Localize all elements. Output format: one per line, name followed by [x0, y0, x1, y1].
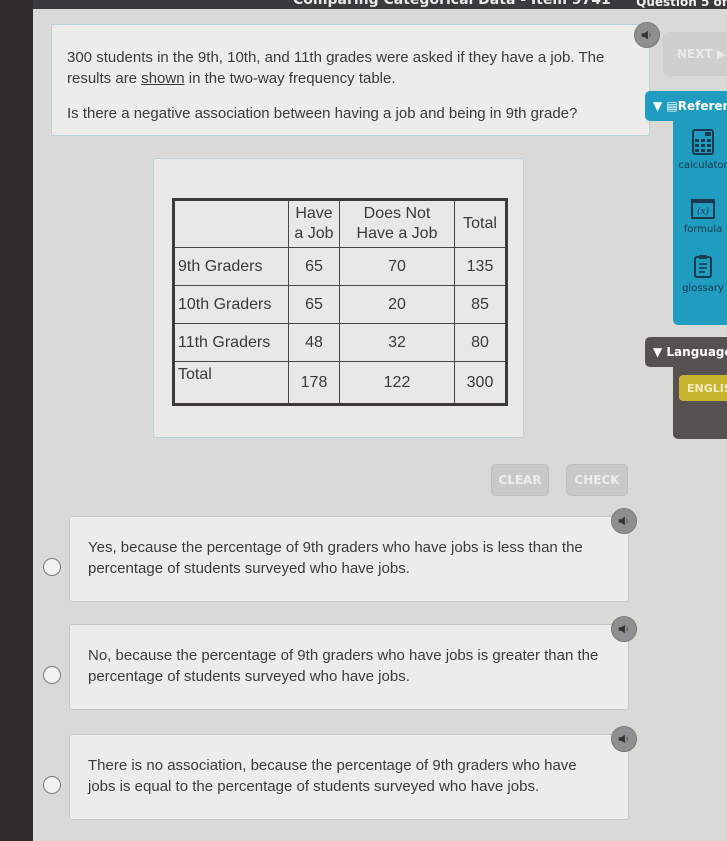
- table-row: 10th Graders 65 20 85: [173, 285, 507, 324]
- clear-button[interactable]: CLEAR: [491, 464, 549, 496]
- speaker-icon: [641, 30, 651, 40]
- speaker-icon: [618, 516, 628, 526]
- answer-choice-text: There is no association, because the per…: [88, 757, 577, 795]
- formula-icon: (x): [691, 199, 715, 219]
- calculator-tool[interactable]: calculator: [673, 129, 727, 171]
- question-prompt: 300 students in the 9th, 10th, and 11th …: [51, 24, 650, 136]
- row-label: 11th Graders: [173, 323, 289, 362]
- row-label: Total: [173, 361, 289, 405]
- cell-no-job: 20: [339, 285, 455, 324]
- read-aloud-choice-button[interactable]: [611, 726, 637, 752]
- radio-button[interactable]: [43, 558, 61, 576]
- frequency-table-container: Have a Job Does Not Have a Job Total 9th G…: [153, 158, 524, 438]
- header-line: Have a Job: [356, 225, 438, 242]
- header-line: Have: [295, 205, 333, 222]
- cell-total: 300: [454, 361, 507, 405]
- read-aloud-choice-button[interactable]: [611, 616, 637, 642]
- speaker-icon: [618, 734, 628, 744]
- table-row: 9th Graders 65 70 135: [173, 247, 507, 286]
- glossary-link-shown[interactable]: shown: [141, 70, 184, 87]
- two-way-frequency-table: Have a Job Does Not Have a Job Total 9th G…: [172, 198, 508, 406]
- table-row-total: Total 178 122 300: [173, 361, 507, 405]
- prompt-text-part: in the two-way frequency table.: [184, 70, 396, 87]
- cell-total: 80: [454, 323, 507, 362]
- language-english-button[interactable]: ENGLISH: [679, 375, 727, 401]
- cell-no-job: 32: [339, 323, 455, 362]
- question-text: Is there a negative association between …: [67, 105, 578, 122]
- column-header-no-job: Does Not Have a Job: [339, 199, 455, 248]
- svg-text:(x): (x): [697, 206, 710, 217]
- formula-tool[interactable]: (x) formula: [673, 199, 727, 235]
- formula-label: formula: [683, 224, 723, 235]
- row-label: 9th Graders: [173, 247, 289, 286]
- main-content: 300 students in the 9th, 10th, and 11th …: [33, 9, 727, 841]
- top-bar: Comparing Categorical Data - Item 9741 Q…: [33, 0, 727, 9]
- column-header-have-job: Have a Job: [288, 199, 340, 248]
- column-header-total: Total: [454, 199, 507, 248]
- calculator-icon: [692, 129, 714, 155]
- cell-have-job: 178: [288, 361, 340, 405]
- cell-no-job: 70: [339, 247, 455, 286]
- answer-choice-box[interactable]: Yes, because the percentage of 9th grade…: [69, 516, 629, 602]
- cell-have-job: 48: [288, 323, 340, 362]
- glossary-tool[interactable]: glossary: [673, 254, 727, 294]
- row-label: 10th Graders: [173, 285, 289, 324]
- cell-total: 85: [454, 285, 507, 324]
- language-toggle[interactable]: ▼ Language: [645, 337, 727, 367]
- table-header-row: Have a Job Does Not Have a Job Total: [173, 199, 507, 248]
- table-corner-cell: [173, 199, 289, 248]
- read-aloud-choice-button[interactable]: [611, 508, 637, 534]
- cell-no-job: 122: [339, 361, 455, 405]
- question-counter: Question 5 of: [636, 0, 727, 9]
- read-aloud-prompt-button[interactable]: [634, 22, 660, 48]
- radio-button[interactable]: [43, 776, 61, 794]
- answer-choice-box[interactable]: No, because the percentage of 9th grader…: [69, 624, 629, 710]
- answer-choice-text: Yes, because the percentage of 9th grade…: [88, 539, 583, 577]
- table-row: 11th Graders 48 32 80: [173, 323, 507, 362]
- cell-total: 135: [454, 247, 507, 286]
- cell-have-job: 65: [288, 247, 340, 286]
- header-line: a Job: [294, 225, 334, 242]
- reference-toggle[interactable]: ▼ ▤Reference: [645, 91, 727, 121]
- cell-have-job: 65: [288, 285, 340, 324]
- glossary-icon: [694, 255, 712, 278]
- header-line: Does Not: [363, 205, 431, 222]
- check-button[interactable]: CHECK: [566, 464, 628, 496]
- next-button[interactable]: NEXT ▶: [663, 32, 727, 76]
- answer-choice-text: No, because the percentage of 9th grader…: [88, 647, 599, 685]
- lesson-title: Comparing Categorical Data - Item 9741: [293, 0, 611, 8]
- answer-choice-box[interactable]: There is no association, because the per…: [69, 734, 629, 820]
- speaker-icon: [618, 624, 628, 634]
- screen-bezel: [0, 0, 33, 841]
- prompt-text: 300 students in the 9th, 10th, and 11th …: [67, 47, 607, 89]
- radio-button[interactable]: [43, 666, 61, 684]
- glossary-label: glossary: [682, 283, 724, 294]
- calculator-label: calculator: [678, 160, 727, 171]
